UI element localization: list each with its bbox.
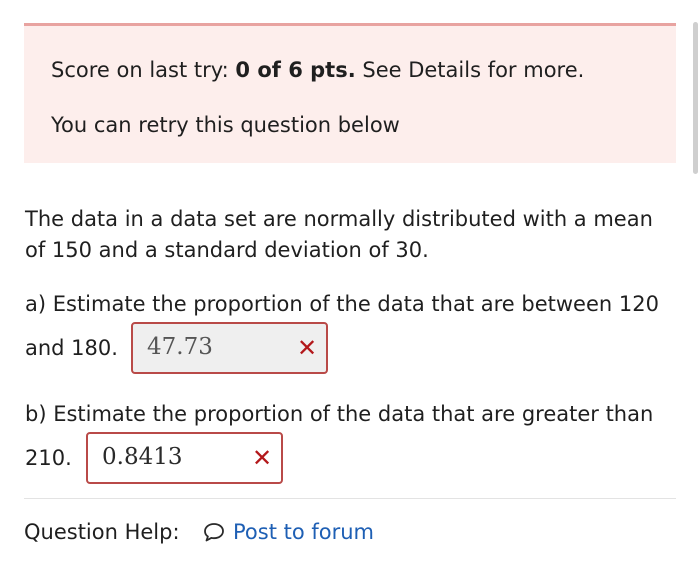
speech-bubble-icon [204,523,224,542]
scrollbar[interactable] [693,22,698,174]
score-suffix: See Details for more. [355,58,585,82]
score-prefix: Score on last try: [51,58,236,82]
question-help-label: Question Help: [24,520,180,544]
part-b-prompt: b) Estimate the proportion of the data t… [25,402,654,426]
divider [24,498,676,499]
question-stem: The data in a data set are normally dist… [25,204,675,266]
part-a-prompt-end: and 180. [25,336,118,360]
part-a-prompt: a) Estimate the proportion of the data t… [25,292,659,316]
x-mark-icon: ✕ [251,444,273,472]
question-page: Score on last try: 0 of 6 pts. See Detai… [0,0,700,566]
score-value: 0 of 6 pts. [235,58,356,82]
question-stem-line-2: of 150 and a standard deviation of 30. [25,238,429,262]
retry-message: You can retry this question below [51,113,400,137]
part-a-answer-value: 47.73 [147,334,213,360]
post-to-forum-label: Post to forum [233,520,375,544]
part-b-answer-field[interactable]: 0.8413 ✕ [86,432,283,484]
part-a-answer-field[interactable]: 47.73 ✕ [131,322,328,374]
post-to-forum-link[interactable]: Post to forum [203,520,374,544]
part-b-answer-value: 0.8413 [102,444,183,470]
question-stem-line-1: The data in a data set are normally dist… [25,207,653,231]
score-alert: Score on last try: 0 of 6 pts. See Detai… [24,23,676,163]
x-mark-icon: ✕ [296,334,318,362]
part-b-prompt-end: 210. [25,446,72,470]
score-line: Score on last try: 0 of 6 pts. See Detai… [51,58,584,82]
